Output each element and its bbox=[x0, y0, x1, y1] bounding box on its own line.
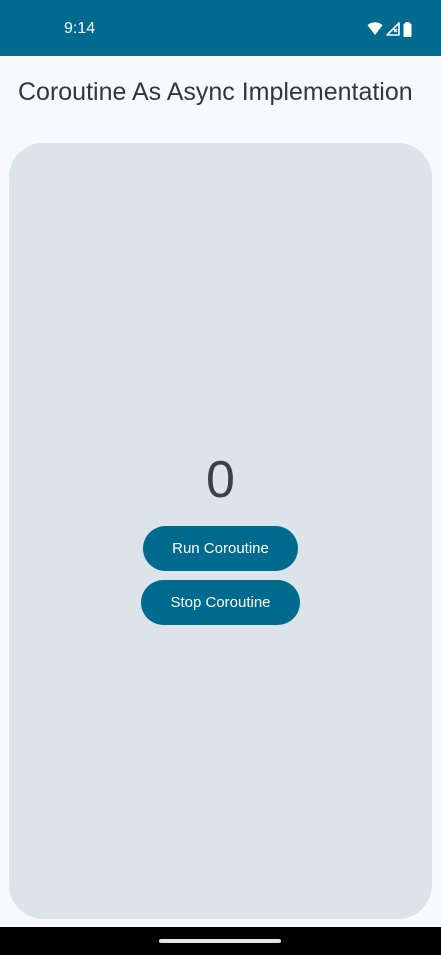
battery-icon bbox=[403, 21, 412, 37]
counter-value: 0 bbox=[206, 451, 235, 509]
home-gesture-handle[interactable] bbox=[159, 939, 281, 943]
status-bar: 9:14 bbox=[0, 0, 441, 56]
navigation-bar bbox=[0, 927, 441, 955]
cell-signal-icon bbox=[386, 22, 400, 36]
run-coroutine-button[interactable]: Run Coroutine bbox=[143, 526, 298, 571]
wifi-icon bbox=[367, 22, 383, 36]
page-title: Coroutine As Async Implementation bbox=[18, 78, 413, 106]
status-time: 9:14 bbox=[64, 20, 96, 37]
status-icons bbox=[367, 20, 412, 38]
stop-coroutine-button[interactable]: Stop Coroutine bbox=[141, 580, 300, 625]
